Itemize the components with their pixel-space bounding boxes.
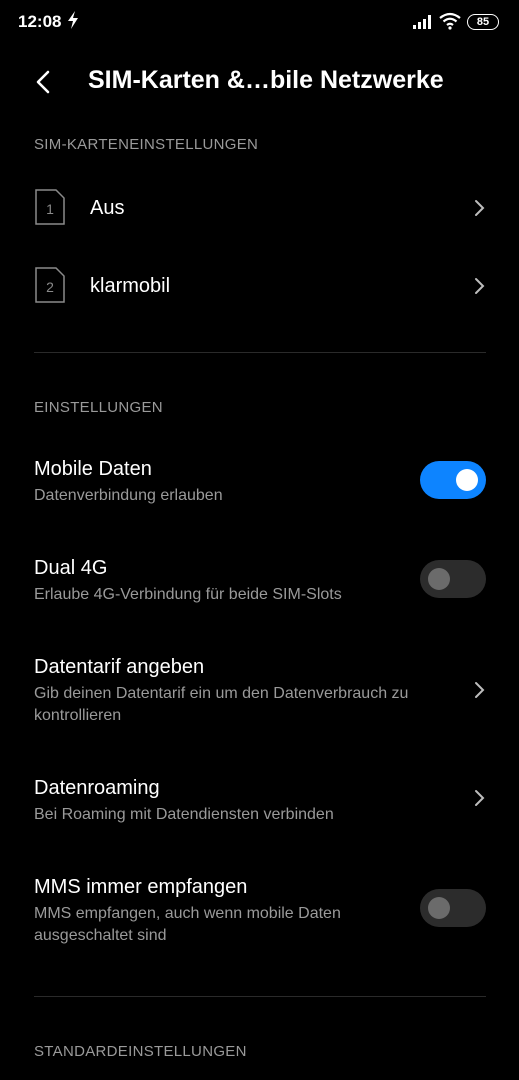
wifi-icon <box>439 12 461 30</box>
mms-subtitle-line1: MMS empfangen, auch wenn mobile Daten <box>34 905 341 922</box>
toggle-knob <box>428 568 450 590</box>
mobile-data-row[interactable]: Mobile Daten Datenverbindung erlauben <box>0 448 519 512</box>
charging-bolt-icon <box>68 11 78 29</box>
data-roaming-subtitle: Bei Roaming mit Datendiensten verbinden <box>34 806 334 823</box>
signal-icon <box>413 15 431 29</box>
data-plan-row[interactable]: Datentarif angeben Gib deinen Datentarif… <box>0 646 519 732</box>
section-header-settings: EINSTELLUNGEN <box>34 399 163 416</box>
data-roaming-title: Datenroaming <box>34 777 160 799</box>
data-roaming-row[interactable]: Datenroaming Bei Roaming mit Datendienst… <box>0 767 519 831</box>
mms-toggle[interactable] <box>420 889 486 927</box>
mms-row[interactable]: MMS immer empfangen MMS empfangen, auch … <box>0 866 519 952</box>
data-plan-title: Datentarif angeben <box>34 656 205 678</box>
divider <box>34 352 486 353</box>
sim-slot-number: 2 <box>46 279 54 295</box>
sim-row-2[interactable]: 2 klarmobil <box>0 258 519 314</box>
dual-4g-subtitle: Erlaube 4G-Verbindung für beide SIM-Slot… <box>34 586 342 603</box>
sim-card-icon: 2 <box>35 267 65 303</box>
mobile-data-toggle[interactable] <box>420 461 486 499</box>
chevron-right-icon <box>475 790 485 806</box>
dual-4g-title: Dual 4G <box>34 557 108 579</box>
dual-4g-toggle[interactable] <box>420 560 486 598</box>
data-plan-subtitle-line1: Gib deinen Datentarif ein um den Datenve… <box>34 685 409 702</box>
toggle-knob <box>456 469 478 491</box>
data-plan-subtitle-line2: kontrollieren <box>34 707 122 724</box>
mms-subtitle-line2: ausgeschaltet sind <box>34 927 167 944</box>
back-arrow-icon[interactable] <box>30 66 58 98</box>
chevron-right-icon <box>475 682 485 698</box>
toggle-knob <box>428 897 450 919</box>
page-title: SIM-Karten &…bile Netzwerke <box>88 66 444 94</box>
chevron-right-icon <box>475 278 485 294</box>
divider <box>34 996 486 997</box>
section-header-defaults: STANDARDEINSTELLUNGEN <box>34 1043 247 1060</box>
sim-label: klarmobil <box>90 275 171 297</box>
section-header-sim: SIM-KARTENEINSTELLUNGEN <box>34 136 259 153</box>
status-time: 12:08 <box>18 12 62 31</box>
sim-card-icon: 1 <box>35 189 65 225</box>
chevron-right-icon <box>475 200 485 216</box>
sim-slot-number: 1 <box>46 201 54 217</box>
dual-4g-row[interactable]: Dual 4G Erlaube 4G-Verbindung für beide … <box>0 547 519 611</box>
sim-row-1[interactable]: 1 Aus <box>0 180 519 236</box>
sim-label: Aus <box>90 197 125 219</box>
battery-level: 85 <box>476 16 490 28</box>
battery-indicator: 85 <box>467 14 499 30</box>
mobile-data-title: Mobile Daten <box>34 458 152 480</box>
mobile-data-subtitle: Datenverbindung erlauben <box>34 487 223 504</box>
mms-title: MMS immer empfangen <box>34 876 248 898</box>
